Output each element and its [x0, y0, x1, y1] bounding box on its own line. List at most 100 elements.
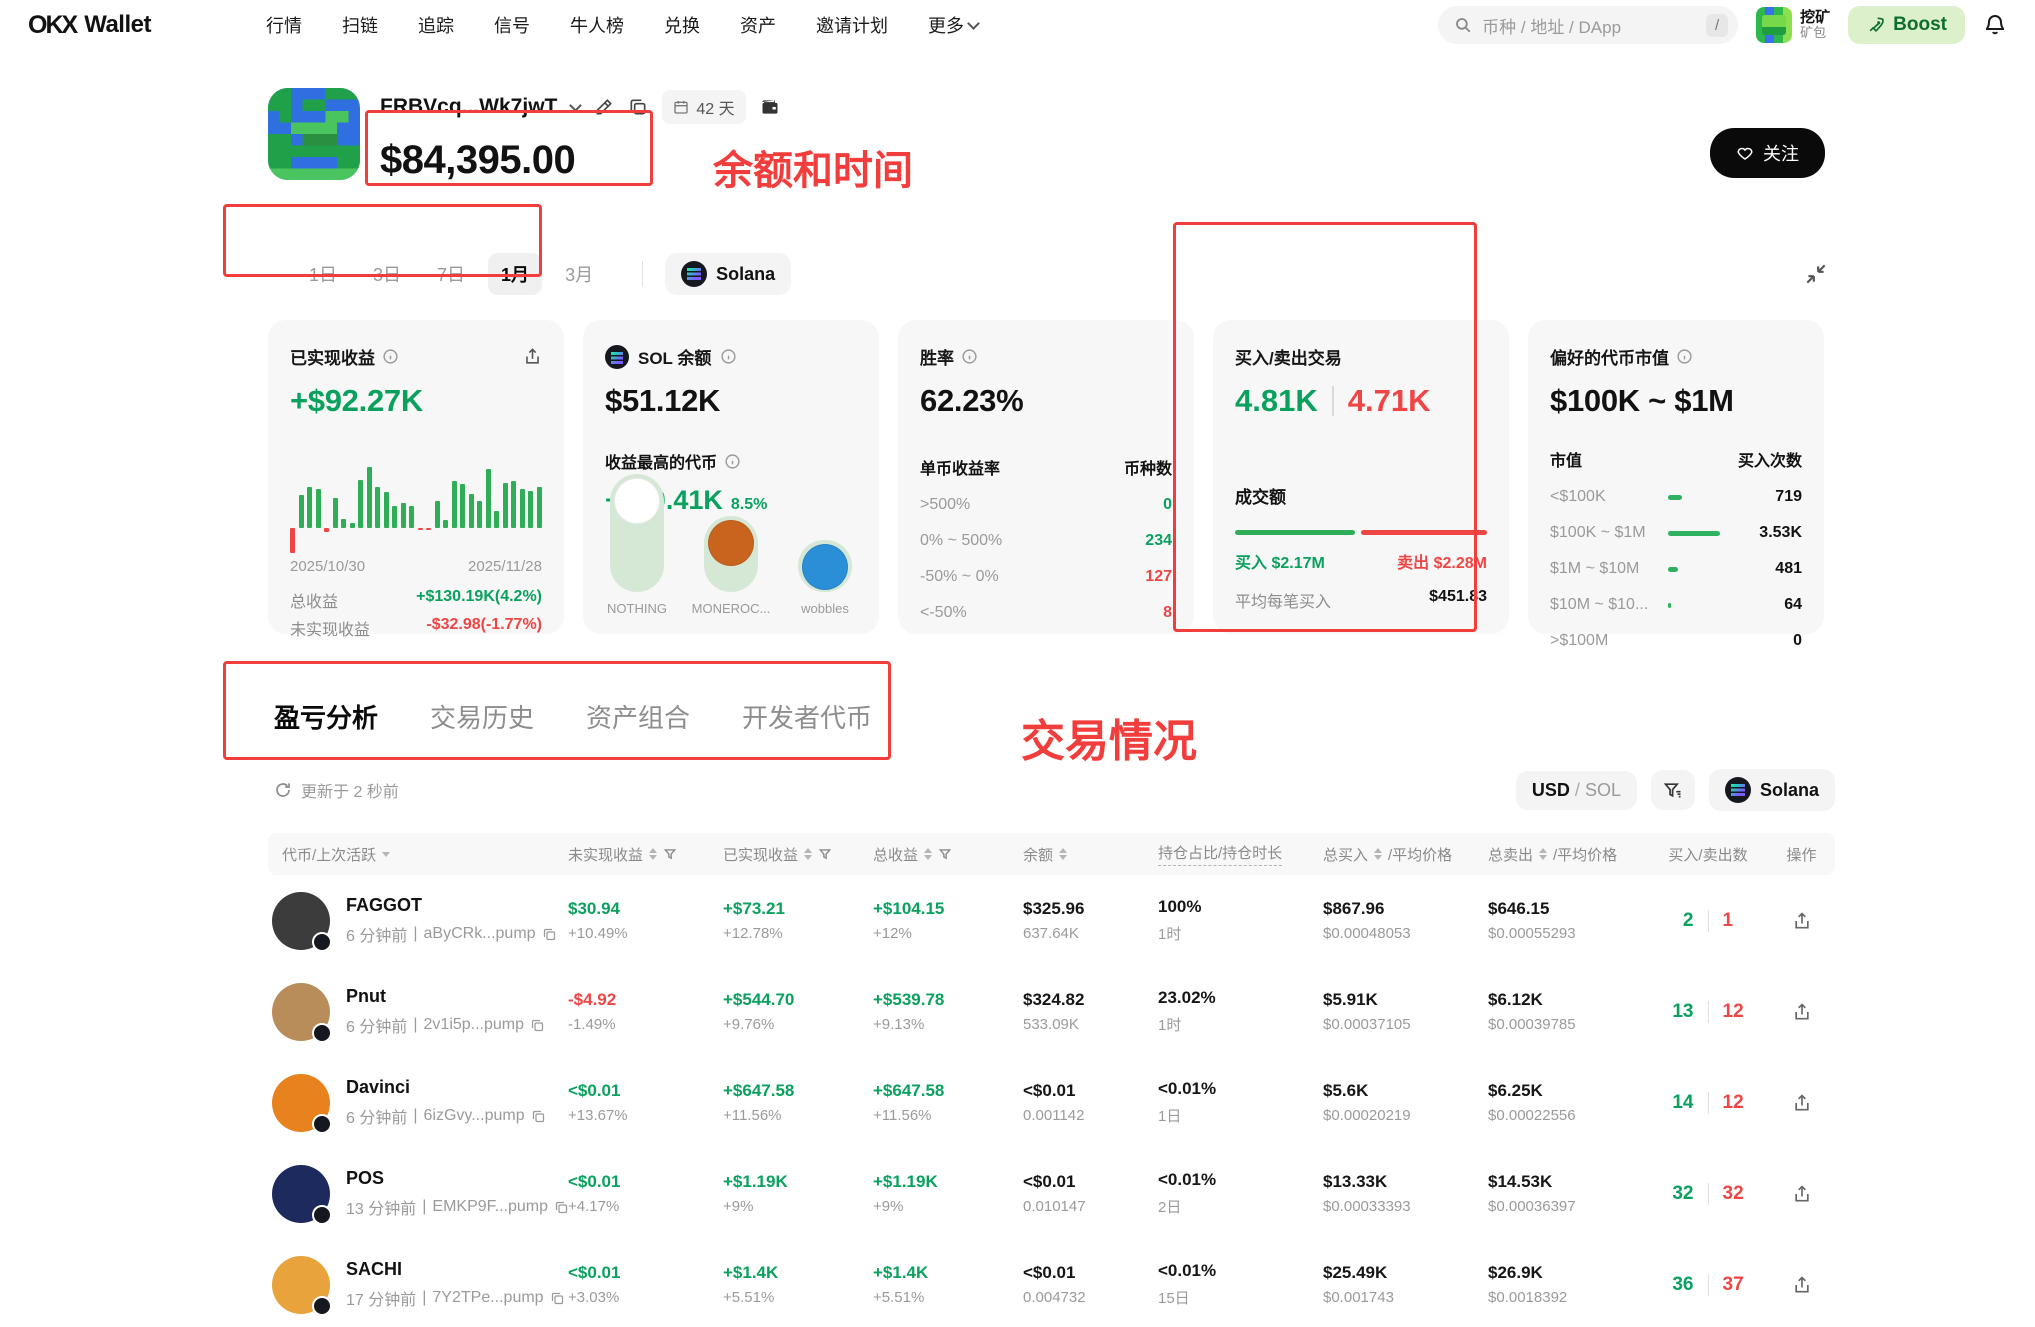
share-icon[interactable]: [1792, 1275, 1812, 1295]
info-icon[interactable]: [724, 453, 741, 470]
tab-盈亏分析[interactable]: 盈亏分析: [274, 698, 378, 735]
token-name[interactable]: POS: [346, 1168, 569, 1189]
column-header-9[interactable]: 操作: [1768, 844, 1835, 865]
period-tab-1月[interactable]: 1月: [488, 253, 542, 295]
filter-button[interactable]: [1651, 770, 1695, 810]
table-row[interactable]: Pnut6 分钟前|2v1i5p...pump-$4.92-1.49%+$544…: [268, 966, 1835, 1057]
table-chain-selector[interactable]: Solana: [1709, 769, 1835, 811]
wallet-icon[interactable]: [760, 97, 780, 117]
row-actions[interactable]: [1768, 1002, 1835, 1022]
token-address[interactable]: 2v1i5p...pump: [424, 1016, 525, 1034]
card-title: 偏好的代币市值: [1550, 344, 1669, 369]
nav-item-0[interactable]: 行情: [266, 12, 302, 38]
chain-selector[interactable]: Solana: [665, 253, 791, 295]
column-header-0[interactable]: 代币/上次活跃: [268, 844, 568, 865]
token-name[interactable]: Pnut: [346, 986, 545, 1007]
nav-item-more[interactable]: 更多: [928, 12, 978, 38]
follow-button[interactable]: 关注: [1710, 128, 1825, 178]
row-actions[interactable]: [1768, 1184, 1835, 1204]
period-tab-7日[interactable]: 7日: [424, 253, 478, 295]
currency-toggle[interactable]: USD / SOL: [1516, 771, 1637, 810]
info-icon[interactable]: [720, 348, 737, 365]
okx-logo-icon: OKX: [28, 11, 76, 40]
info-icon[interactable]: [382, 348, 399, 365]
token-name[interactable]: SACHI: [346, 1259, 565, 1280]
token-name[interactable]: FAGGOT: [346, 895, 557, 916]
filter-funnel-icon[interactable]: [818, 847, 832, 861]
nav-item-2[interactable]: 追踪: [418, 12, 454, 38]
row-actions[interactable]: [1768, 1093, 1835, 1113]
notifications-bell-icon[interactable]: [1983, 13, 2007, 37]
column-header-8[interactable]: 买入/卖出数: [1648, 844, 1768, 865]
column-header-4[interactable]: 余额: [1023, 844, 1158, 865]
copy-icon[interactable]: [530, 1018, 545, 1033]
share-icon[interactable]: [1792, 1093, 1812, 1113]
tab-交易历史[interactable]: 交易历史: [430, 698, 534, 735]
row-actions[interactable]: [1768, 911, 1835, 931]
copy-icon[interactable]: [550, 1291, 565, 1306]
nav-item-7[interactable]: 邀请计划: [816, 12, 888, 38]
mining-button[interactable]: 挖矿 矿包: [1756, 7, 1830, 43]
total-sell: $26.9K: [1488, 1263, 1648, 1283]
column-header-3[interactable]: 总收益: [873, 844, 1023, 865]
token-address[interactable]: 6izGvy...pump: [424, 1107, 525, 1125]
share-icon[interactable]: [1792, 911, 1812, 931]
column-header-5[interactable]: 持仓占比/持仓时长: [1158, 842, 1323, 866]
row-actions[interactable]: [1768, 1275, 1835, 1295]
period-tab-1日[interactable]: 1日: [296, 253, 350, 295]
edit-icon[interactable]: [594, 97, 614, 117]
copy-icon[interactable]: [628, 97, 648, 117]
okx-wallet-page: OKX Wallet 行情 扫链 追踪 信号 牛人榜 兑换 资产 邀请计划 更多 币种 / 地址…: [0, 0, 2035, 1327]
copy-icon[interactable]: [531, 1109, 546, 1124]
period-tab-3月[interactable]: 3月: [552, 253, 606, 295]
filter-funnel-icon[interactable]: [663, 847, 677, 861]
nav-item-1[interactable]: 扫链: [342, 12, 378, 38]
nav-item-5[interactable]: 兑换: [664, 12, 700, 38]
wallet-avatar[interactable]: [268, 88, 360, 180]
buy-volume-bar: [1235, 530, 1355, 535]
column-header-7[interactable]: 总卖出/平均价格: [1488, 844, 1648, 865]
nav-item-3[interactable]: 信号: [494, 12, 530, 38]
top-token-2[interactable]: wobbles: [793, 540, 857, 616]
table-row[interactable]: SACHI17 分钟前|7Y2TPe...pump<$0.01+3.03%+$1…: [268, 1239, 1835, 1327]
tab-资产组合[interactable]: 资产组合: [586, 698, 690, 735]
token-address[interactable]: aByCRk...pump: [424, 925, 536, 943]
nav-item-6[interactable]: 资产: [740, 12, 776, 38]
collapse-icon[interactable]: [1803, 261, 1829, 287]
column-header-6[interactable]: 总买入/平均价格: [1323, 844, 1488, 865]
period-tab-3日[interactable]: 3日: [360, 253, 414, 295]
share-icon[interactable]: [1792, 1184, 1812, 1204]
nav-item-4[interactable]: 牛人榜: [570, 12, 624, 38]
boost-button[interactable]: Boost: [1848, 6, 1965, 44]
chart-bar-24: [494, 511, 499, 528]
filter-funnel-icon[interactable]: [938, 847, 952, 861]
refresh-icon[interactable]: [274, 781, 292, 799]
refresh-row: 更新于 2 秒前 USD / SOL Solana: [268, 769, 1835, 811]
column-header-1[interactable]: 未实现收益: [568, 844, 723, 865]
token-name[interactable]: Davinci: [346, 1077, 546, 1098]
volume-label: 成交额: [1235, 483, 1487, 508]
wallet-address[interactable]: FRBVcq...Wk7jwT: [380, 95, 557, 119]
token-address[interactable]: 7Y2TPe...pump: [432, 1289, 543, 1307]
sell-count: 1: [1723, 910, 1734, 932]
top-token-1[interactable]: MONEROC...: [695, 516, 767, 616]
column-header-2[interactable]: 已实现收益: [723, 844, 873, 865]
copy-icon[interactable]: [542, 927, 557, 942]
share-icon[interactable]: [523, 347, 542, 366]
share-icon[interactable]: [1792, 1002, 1812, 1022]
tab-开发者代币[interactable]: 开发者代币: [742, 698, 872, 735]
brand-logo[interactable]: OKX Wallet: [28, 11, 151, 40]
position-duration: 2日: [1158, 1196, 1323, 1217]
info-icon[interactable]: [1676, 348, 1693, 365]
info-icon[interactable]: [961, 348, 978, 365]
token-avatar: [272, 1074, 330, 1132]
chevron-down-icon: [967, 17, 980, 30]
table-row[interactable]: POS13 分钟前|EMKP9F...pump<$0.01+4.17%+$1.1…: [268, 1148, 1835, 1239]
top-token-0[interactable]: NOTHING: [605, 474, 669, 616]
table-row[interactable]: Davinci6 分钟前|6izGvy...pump<$0.01+13.67%+…: [268, 1057, 1835, 1148]
table-row[interactable]: FAGGOT6 分钟前|aByCRk...pump$30.94+10.49%+$…: [268, 875, 1835, 966]
token-address[interactable]: EMKP9F...pump: [432, 1198, 548, 1216]
search-input[interactable]: 币种 / 地址 / DApp /: [1438, 6, 1738, 44]
copy-icon[interactable]: [554, 1200, 569, 1215]
chevron-down-icon[interactable]: [569, 99, 582, 112]
